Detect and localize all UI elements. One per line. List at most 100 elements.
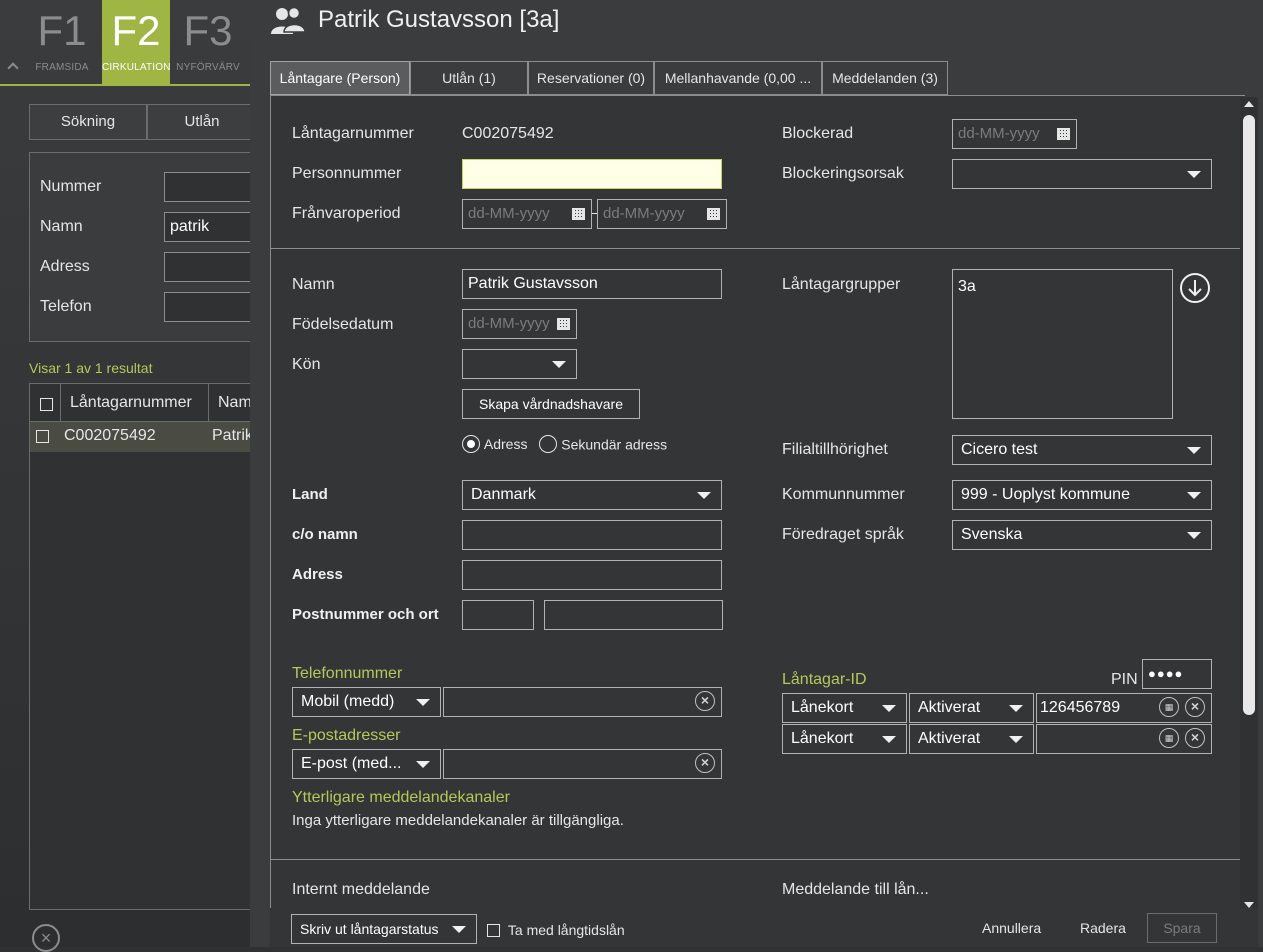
land-select[interactable]: Danmark — [462, 480, 722, 510]
row-checkbox[interactable] — [36, 430, 49, 443]
telefon-type-value: Mobil (medd) — [301, 693, 395, 710]
fkey-label: CIRKULATION — [102, 62, 171, 73]
franvaro-from-input[interactable]: dd-MM-yyyy — [462, 199, 592, 229]
kommunnummer-label: Kommunnummer — [782, 486, 905, 503]
calendar-circle-icon[interactable]: ▦ — [1159, 697, 1179, 717]
scroll-up-icon[interactable] — [1244, 101, 1254, 107]
close-circle-icon[interactable]: × — [32, 924, 60, 952]
tab-mellanhavande[interactable]: Mellanhavande (0,00 ... — [654, 61, 822, 95]
select-all-checkbox[interactable] — [40, 398, 53, 411]
chevron-down-icon — [1187, 532, 1201, 539]
adress-input[interactable] — [462, 560, 722, 590]
calendar-icon[interactable] — [1057, 128, 1070, 140]
lantagargrupp-item[interactable]: 3a — [958, 278, 976, 295]
col-divider — [208, 384, 209, 422]
sekundar-adress-radio-label: Sekundär adress — [561, 436, 668, 453]
result-count: Visar 1 av 1 resultat — [29, 360, 153, 376]
annullera-button[interactable]: Annullera — [982, 920, 1041, 936]
print-status-value: Skriv ut låntagarstatus — [300, 921, 439, 937]
search-telefon-input[interactable] — [164, 292, 254, 322]
fodelsedatum-input[interactable]: dd-MM-yyyy — [462, 309, 577, 339]
tab-sokning[interactable]: Sökning — [29, 104, 147, 140]
collapse-chevron-icon[interactable] — [7, 62, 19, 74]
kon-select[interactable] — [462, 349, 577, 379]
fkey-cirkulation[interactable]: F2 CIRKULATION — [102, 0, 171, 84]
telefon-type-select[interactable]: Mobil (medd) — [292, 687, 441, 717]
kommunnummer-value: 999 - Uoplyst kommune — [961, 486, 1130, 503]
adress-radio[interactable] — [462, 435, 480, 454]
tab-utlan[interactable]: Utlån — [147, 104, 257, 140]
print-status-select[interactable]: Skriv ut låntagarstatus — [291, 914, 477, 944]
foredraget-sprak-select[interactable]: Svenska — [952, 520, 1212, 550]
fkey-framsida[interactable]: F1 FRAMSIDA — [28, 0, 96, 84]
col-header-lantagarnummer[interactable]: Låntagarnummer — [70, 394, 192, 412]
tab-reservationer[interactable]: Reservationer (0) — [528, 61, 654, 95]
blockerad-date-input[interactable]: dd-MM-yyyy — [952, 119, 1077, 149]
calendar-icon[interactable] — [707, 208, 720, 220]
search-nummer-input[interactable] — [164, 172, 254, 202]
calendar-icon[interactable] — [557, 318, 570, 330]
fkey-nyforvarv[interactable]: F3 NYFÖRVÄRV — [174, 0, 242, 84]
personnummer-input[interactable] — [462, 159, 722, 189]
clear-icon[interactable]: × — [695, 753, 715, 773]
id-number-input-2[interactable]: ▦ × — [1036, 724, 1212, 754]
pin-input[interactable]: ●●●● — [1142, 659, 1212, 689]
spara-button[interactable]: Spara — [1147, 913, 1217, 943]
telefonnummer-heading: Telefonnummer — [292, 665, 403, 682]
tab-utlan[interactable]: Utlån (1) — [410, 61, 528, 95]
clear-icon[interactable]: × — [1185, 697, 1205, 717]
postnummer-ort-label: Postnummer och ort — [292, 606, 439, 623]
id-status-value: Aktiverat — [918, 699, 981, 716]
row-lantagarnummer: C002075492 — [64, 427, 156, 444]
section-divider — [271, 859, 1245, 860]
co-namn-input[interactable] — [462, 520, 722, 550]
search-adress-input[interactable] — [164, 252, 254, 282]
fkey-underline — [0, 84, 250, 86]
kommunnummer-select[interactable]: 999 - Uoplyst kommune — [952, 480, 1212, 510]
panel-scrollbar[interactable] — [1240, 97, 1258, 914]
telefon-input[interactable]: × — [443, 687, 722, 717]
namn-label: Namn — [292, 276, 335, 293]
filial-select[interactable]: Cicero test — [952, 435, 1212, 465]
users-icon — [271, 6, 306, 34]
date-placeholder: dd-MM-yyyy — [603, 205, 685, 222]
id-status-select-2[interactable]: Aktiverat — [909, 724, 1034, 754]
fkey-number: F3 — [183, 7, 233, 54]
row-namn: Patrik — [212, 427, 253, 444]
blockeringsorsak-select[interactable] — [952, 159, 1212, 189]
epost-type-value: E-post (med... — [301, 755, 402, 772]
radera-button[interactable]: Radera — [1080, 920, 1126, 936]
date-placeholder: dd-MM-yyyy — [468, 315, 550, 332]
clear-icon[interactable]: × — [1185, 728, 1205, 748]
search-namn-input[interactable]: patrik — [164, 212, 254, 242]
langtidslan-checkbox[interactable] — [487, 923, 500, 937]
clear-icon[interactable]: × — [695, 691, 715, 711]
epost-type-select[interactable]: E-post (med... — [292, 749, 441, 779]
ort-input[interactable] — [544, 600, 723, 630]
skapa-vardnadshavare-button[interactable]: Skapa vårdnadshavare — [462, 389, 640, 419]
calendar-icon[interactable] — [572, 208, 585, 220]
calendar-circle-icon[interactable]: ▦ — [1159, 728, 1179, 748]
id-number-input-1[interactable]: 126456789 ▦ × — [1036, 693, 1212, 723]
id-type-select-2[interactable]: Lånekort — [782, 724, 907, 754]
postnummer-input[interactable] — [462, 600, 534, 630]
tab-meddelanden[interactable]: Meddelanden (3) — [822, 61, 948, 95]
blockeringsorsak-label: Blockeringsorsak — [782, 165, 904, 182]
langtidslan-label: Ta med långtidslån — [507, 922, 625, 939]
id-type-select-1[interactable]: Lånekort — [782, 693, 907, 723]
date-placeholder: dd-MM-yyyy — [958, 125, 1040, 142]
scrollbar-thumb[interactable] — [1243, 115, 1255, 715]
franvaro-to-input[interactable]: dd-MM-yyyy — [597, 199, 727, 229]
foredraget-sprak-value: Svenska — [961, 526, 1023, 543]
chevron-down-icon — [1187, 492, 1201, 499]
col-divider — [60, 384, 61, 422]
internt-meddelande-label: Internt meddelande — [292, 881, 430, 898]
epost-input[interactable]: × — [443, 749, 722, 779]
namn-input[interactable]: Patrik Gustavsson — [462, 269, 722, 299]
id-status-select-1[interactable]: Aktiverat — [909, 693, 1034, 723]
arrow-down-circle-icon[interactable] — [1179, 272, 1211, 304]
col-header-namn[interactable]: Nam — [218, 394, 252, 412]
sekundar-adress-radio[interactable] — [539, 435, 558, 454]
lantagargrupper-list[interactable]: 3a — [952, 269, 1173, 419]
tab-lantagare[interactable]: Låntagare (Person) — [270, 61, 410, 95]
